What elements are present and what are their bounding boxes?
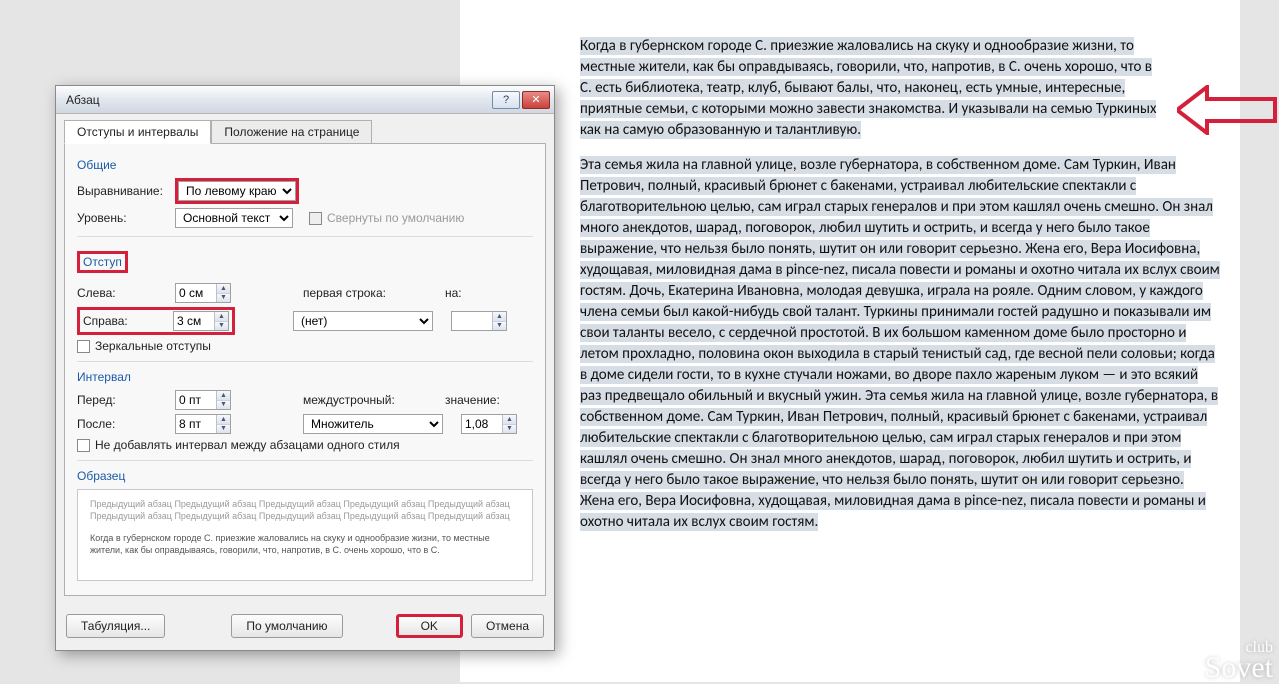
space-after-label: После: — [77, 417, 169, 431]
dialog-tabs: Отступы и интервалы Положение на страниц… — [56, 114, 554, 143]
watermark: club Sovet — [1205, 641, 1273, 680]
document-page: Когда в губернском городе С. приезжие жа… — [460, 0, 1240, 682]
dialog-body: Общие Выравнивание: По левому краю Урове… — [64, 143, 546, 596]
preview-box: Предыдущий абзац Предыдущий абзац Предыд… — [77, 489, 533, 581]
checkbox-icon — [309, 212, 322, 225]
preview-sample-text: Когда в губернском городе С. приезжие жа… — [90, 532, 520, 556]
outline-level-select[interactable]: Основной текст — [175, 208, 293, 228]
dialog-titlebar[interactable]: Абзац ? ✕ — [56, 86, 554, 114]
group-preview-label: Образец — [77, 469, 533, 483]
first-line-by-spinner[interactable]: ▲▼ — [451, 311, 507, 331]
collapse-default-checkbox[interactable]: Свернуты по умолчанию — [309, 211, 464, 225]
line-spacing-at-spinner[interactable]: ▲▼ — [461, 414, 517, 434]
space-after-input[interactable] — [176, 415, 216, 433]
cancel-button[interactable]: Отмена — [471, 614, 544, 638]
help-button[interactable]: ? — [492, 91, 520, 109]
first-line-select[interactable]: (нет) — [293, 311, 433, 331]
ok-button[interactable]: OK — [396, 614, 463, 638]
group-general-label: Общие — [77, 158, 533, 172]
line-spacing-label: междустрочный: — [303, 393, 403, 407]
line-spacing-at-input[interactable] — [462, 415, 502, 433]
checkbox-icon — [77, 340, 90, 353]
indent-left-spinner[interactable]: ▲▼ — [175, 283, 231, 303]
paragraph-dialog: Абзац ? ✕ Отступы и интервалы Положение … — [55, 85, 555, 651]
space-after-spinner[interactable]: ▲▼ — [175, 414, 231, 434]
space-before-spinner[interactable]: ▲▼ — [175, 390, 231, 410]
tabs-button[interactable]: Табуляция... — [66, 614, 165, 638]
first-line-by-input[interactable] — [452, 312, 492, 330]
indent-left-input[interactable] — [176, 284, 216, 302]
space-before-label: Перед: — [77, 393, 169, 407]
tab-indents[interactable]: Отступы и интервалы — [64, 120, 211, 144]
set-default-button[interactable]: По умолчанию — [231, 614, 342, 638]
document-paragraph-2: Эта семья жила на главной улице, возле г… — [580, 156, 1220, 531]
document-paragraph-1: Когда в губернском городе С. приезжие жа… — [580, 37, 1156, 139]
spinner-buttons[interactable]: ▲▼ — [216, 415, 230, 433]
checkbox-icon — [77, 439, 90, 452]
no-space-same-style-checkbox[interactable]: Не добавлять интервал между абзацами одн… — [77, 438, 400, 452]
indent-right-spinner[interactable]: ▲▼ — [173, 311, 229, 331]
spinner-buttons[interactable]: ▲▼ — [492, 312, 506, 330]
spinner-buttons[interactable]: ▲▼ — [216, 391, 230, 409]
close-button[interactable]: ✕ — [522, 91, 550, 109]
indent-left-label: Слева: — [77, 286, 169, 300]
dialog-title: Абзац — [66, 93, 490, 107]
spinner-buttons[interactable]: ▲▼ — [214, 312, 228, 330]
by-label-2: значение: — [445, 393, 505, 407]
spinner-buttons[interactable]: ▲▼ — [216, 284, 230, 302]
indent-right-input[interactable] — [174, 312, 214, 330]
group-spacing-label: Интервал — [77, 370, 533, 384]
alignment-select[interactable]: По левому краю — [178, 181, 296, 201]
group-indent-label: Отступ — [77, 251, 128, 273]
dialog-button-bar: Табуляция... По умолчанию OK Отмена — [56, 604, 554, 650]
alignment-label: Выравнивание: — [77, 184, 169, 198]
first-line-label: первая строка: — [303, 286, 403, 300]
tab-position[interactable]: Положение на странице — [211, 120, 372, 144]
line-spacing-select[interactable]: Множитель — [303, 414, 443, 434]
preview-ghost-text: Предыдущий абзац Предыдущий абзац Предыд… — [90, 498, 520, 522]
mirror-indents-checkbox[interactable]: Зеркальные отступы — [77, 339, 211, 353]
space-before-input[interactable] — [176, 391, 216, 409]
spinner-buttons[interactable]: ▲▼ — [502, 415, 516, 433]
indent-right-label: Справа: — [83, 314, 167, 328]
by-label-1: на: — [445, 286, 475, 300]
level-label: Уровень: — [77, 211, 169, 225]
callout-arrow-icon — [1177, 85, 1277, 135]
